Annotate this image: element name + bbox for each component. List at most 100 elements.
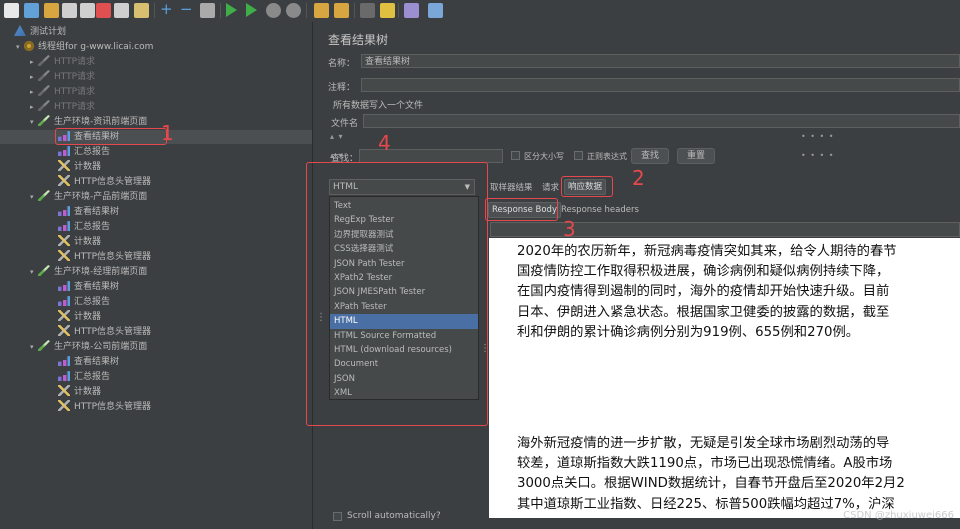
tab-request[interactable]: 请求 <box>542 181 559 195</box>
response-text-line: 较差，道琼斯指数大跌1190点，市场已出现恐慌情绪。A股市场 <box>517 456 893 472</box>
counter-icon <box>58 310 70 321</box>
function-helper-icon[interactable] <box>404 3 419 18</box>
counter-icon <box>58 160 70 171</box>
tree-node-http-request[interactable]: ▸ HTTP请求 <box>30 85 95 99</box>
sampler-icon <box>38 85 50 96</box>
toggle-icon[interactable] <box>200 3 215 18</box>
watermark: CSDN @zhuxiuwei666 <box>843 510 954 521</box>
splitter-handle[interactable]: • • • • <box>801 132 835 141</box>
comment-input[interactable] <box>361 78 960 92</box>
tree-node-label: 汇总报告 <box>74 222 111 232</box>
name-input[interactable]: 查看结果树 <box>361 54 960 68</box>
splitter-handle-2[interactable]: • • • • <box>801 151 835 160</box>
tree-node-child[interactable]: 查看结果树 <box>50 355 119 369</box>
sampler-icon <box>38 100 50 111</box>
response-search-bar[interactable] <box>490 222 960 237</box>
start-icon[interactable] <box>226 3 237 17</box>
case-sensitive-checkbox[interactable] <box>511 151 520 160</box>
summary-report-icon <box>58 371 70 381</box>
tree-node-child[interactable]: 查看结果树 <box>50 280 119 294</box>
tree-node-label: HTTP请求 <box>54 87 96 97</box>
tree-node-child[interactable]: HTTP信息头管理器 <box>50 175 151 189</box>
response-text-line: 3000点关口。根据WIND数据统计，自春节开盘后至2020年2月2 <box>517 476 905 492</box>
tree-node-label: 计数器 <box>74 312 102 322</box>
tree-node-http-request[interactable]: ▸ HTTP请求 <box>30 55 95 69</box>
tree-node-child[interactable]: HTTP信息头管理器 <box>50 250 151 264</box>
tree-node-label: HTTP信息头管理器 <box>74 252 152 262</box>
tree-node-child[interactable]: 汇总报告 <box>50 220 110 234</box>
tree-node-test-plan[interactable]: 测试计划 <box>6 25 66 39</box>
cut-icon[interactable] <box>96 3 111 18</box>
test-plan-tree: 测试计划 ▾ 线程组for g-www.licai.com ▸ HTTP请求 ▸ HTTP请… <box>0 22 313 529</box>
reset-search-icon[interactable] <box>380 3 395 18</box>
tree-node-child[interactable]: 计数器 <box>50 310 101 324</box>
copy-icon[interactable] <box>114 3 129 18</box>
save-as-icon[interactable] <box>80 3 95 18</box>
tree-node-http-request[interactable]: ▸ HTTP请求 <box>30 100 95 114</box>
collapse-arrow-icon[interactable]: ▸ <box>30 70 38 84</box>
tree-node-child[interactable]: 计数器 <box>50 160 101 174</box>
new-icon[interactable] <box>4 3 19 18</box>
tree-node-thread-group[interactable]: ▾ 线程组for g-www.licai.com <box>16 40 153 54</box>
thread-group-icon <box>24 41 34 51</box>
help-icon[interactable] <box>428 3 443 18</box>
tree-node-child[interactable]: 计数器 <box>50 235 101 249</box>
results-tree-icon <box>58 281 70 291</box>
scroll-auto-checkbox[interactable] <box>333 512 342 521</box>
paste-icon[interactable] <box>134 3 149 18</box>
tab-sampler-result[interactable]: 取样器结果 <box>490 181 533 195</box>
expand-arrow-icon[interactable]: ▾ <box>30 190 38 204</box>
tree-node-child[interactable]: 汇总报告 <box>50 370 110 384</box>
collapse-arrow-icon[interactable]: ▸ <box>30 85 38 99</box>
sampler-icon <box>38 55 50 66</box>
start-no-pause-icon[interactable] <box>246 3 257 17</box>
tree-node-group[interactable]: ▾ 生产环境-产品前端页面 <box>30 190 147 204</box>
tree-node-group[interactable]: ▾ 生产环境-公司前端页面 <box>30 340 147 354</box>
tree-node-label: HTTP信息头管理器 <box>74 177 152 187</box>
summary-report-icon <box>58 221 70 231</box>
filename-input[interactable] <box>363 114 960 128</box>
expand-arrow-icon[interactable]: ▾ <box>30 115 38 129</box>
templates-icon[interactable] <box>24 3 39 18</box>
reset-button[interactable]: 重置 <box>677 148 715 164</box>
tree-node-child[interactable]: 计数器 <box>50 385 101 399</box>
stop-icon[interactable] <box>266 3 281 18</box>
search-button[interactable]: 查找 <box>631 148 669 164</box>
response-text-line: 日本、伊朗进入紧急状态。根据国家卫健委的披露的数据，截至 <box>517 304 890 320</box>
tree-node-child[interactable]: 查看结果树 <box>50 205 119 219</box>
expand-arrow-icon[interactable]: ▾ <box>30 340 38 354</box>
open-icon[interactable] <box>44 3 59 18</box>
collapse-arrow-icon[interactable]: ▸ <box>30 100 38 114</box>
expand-arrow-icon[interactable]: ▾ <box>30 265 38 279</box>
test-plan-icon <box>14 25 26 36</box>
header-manager-icon <box>58 400 70 411</box>
tree-node-group[interactable]: ▾ 生产环境-资讯前端页面 <box>30 115 147 129</box>
tree-node-label: 查看结果树 <box>74 282 120 292</box>
save-icon[interactable] <box>62 3 77 18</box>
clear-all-icon[interactable] <box>334 3 349 18</box>
splitter-arrows[interactable]: ▴ ▾ <box>330 132 344 141</box>
tree-node-child[interactable]: HTTP信息头管理器 <box>50 325 151 339</box>
shutdown-icon[interactable] <box>286 3 301 18</box>
expand-icon[interactable]: + <box>160 2 175 18</box>
header-manager-icon <box>58 325 70 336</box>
tree-node-child[interactable]: HTTP信息头管理器 <box>50 400 151 414</box>
tree-node-label: HTTP信息头管理器 <box>74 327 152 337</box>
clear-icon[interactable] <box>314 3 329 18</box>
collapse-icon[interactable]: − <box>180 2 195 18</box>
tree-node-http-request[interactable]: ▸ HTTP请求 <box>30 70 95 84</box>
tree-node-child[interactable]: 汇总报告 <box>50 295 110 309</box>
search-icon[interactable] <box>360 3 375 18</box>
results-tree-icon <box>58 356 70 366</box>
collapse-arrow-icon[interactable]: ▸ <box>30 55 38 69</box>
regex-checkbox[interactable] <box>574 151 583 160</box>
tree-node-group[interactable]: ▾ 生产环境-经理前端页面 <box>30 265 147 279</box>
response-text-line: 海外新冠疫情的进一步扩散，无疑是引发全球市场剧烈动荡的导 <box>517 436 890 451</box>
tree-node-child[interactable]: 汇总报告 <box>50 145 110 159</box>
response-text-line: 利和伊朗的累计确诊病例分别为919例、655例和270例。 <box>517 324 860 340</box>
write-all-label: 所有数据写入一个文件 <box>333 101 424 111</box>
expand-arrow-icon[interactable]: ▾ <box>16 40 24 54</box>
sampler-icon <box>38 190 50 201</box>
subtab-response-headers[interactable]: Response headers <box>561 203 639 217</box>
header-manager-icon <box>58 250 70 261</box>
